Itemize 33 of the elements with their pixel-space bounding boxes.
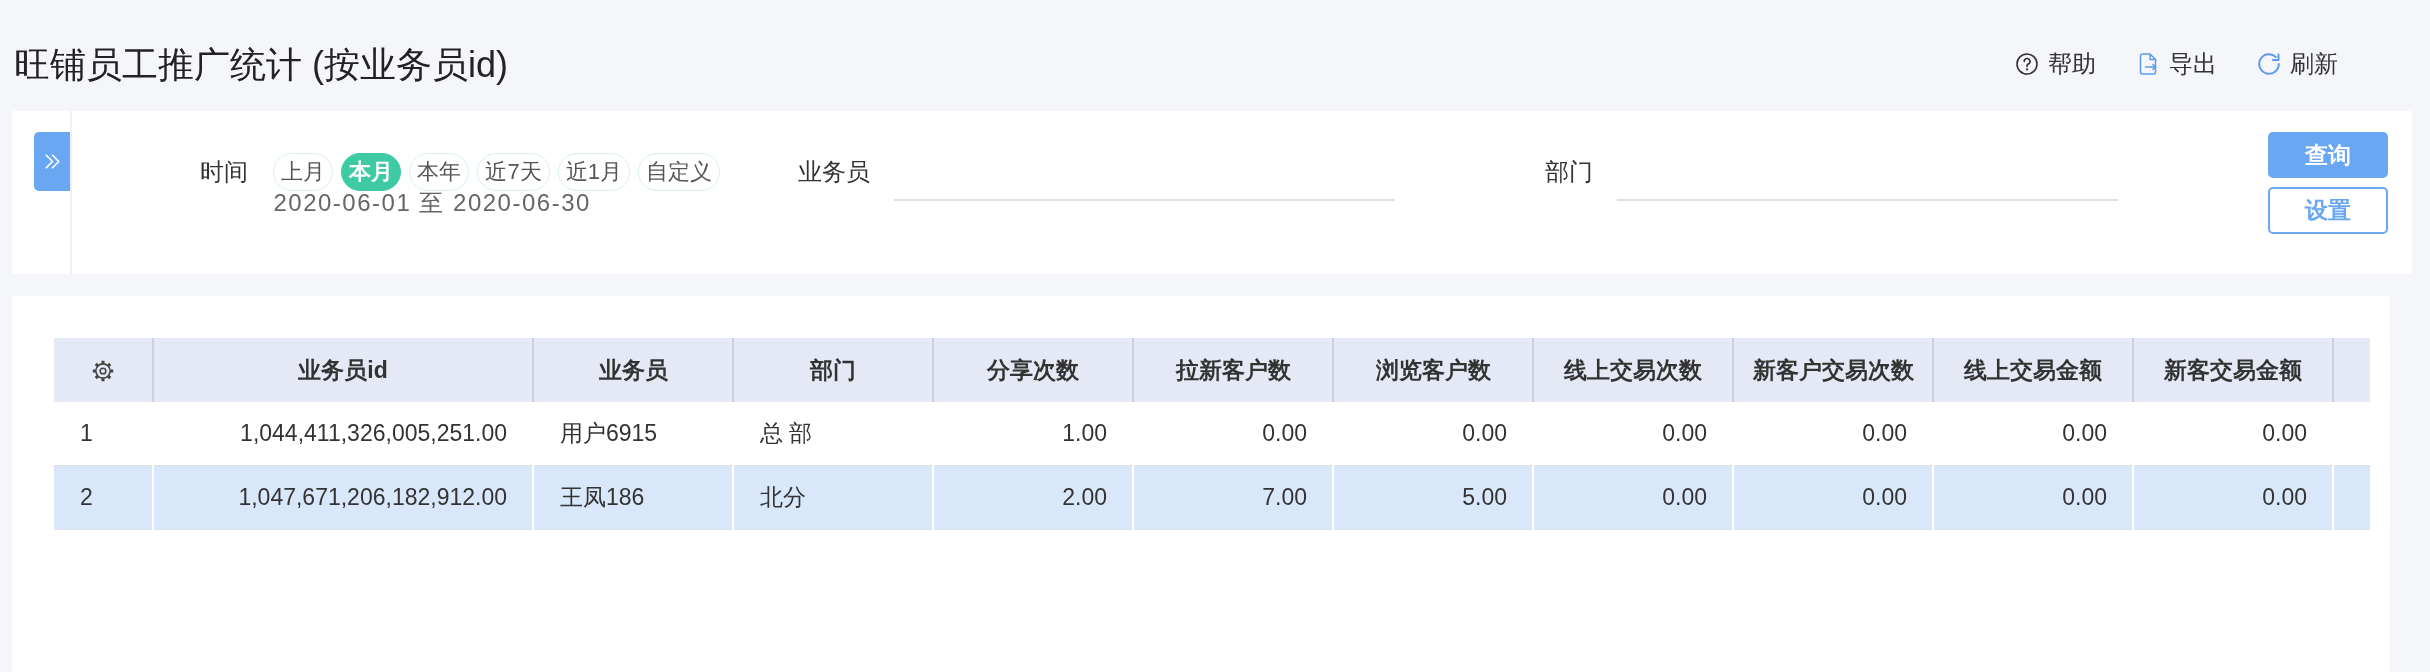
time-preset-chip[interactable]: 本年 (409, 153, 470, 191)
document-arrow-icon (2137, 53, 2159, 75)
filter-label: 业务员 (798, 157, 870, 187)
table-row[interactable]: 1 1,044,411,326,005,251.00 用户6915 总 部 1.00 0.00 0.00 0.00 0.00 0.00 0.00 (54, 402, 2370, 466)
time-preset-chip[interactable]: 近7天 (477, 153, 550, 191)
table-cell: 北分 (733, 465, 933, 530)
double-chevron-icon (44, 154, 60, 169)
filter-label: 时间 (200, 157, 249, 187)
empty-header-cell (2333, 338, 2370, 402)
refresh-button[interactable]: 刷新 (2258, 49, 2338, 79)
table-cell: 0.00 (1733, 465, 1933, 530)
page-title: 旺铺员工推广统计 (按业务员id) (14, 43, 508, 87)
expand-toggle-button[interactable] (34, 132, 71, 191)
gear-icon[interactable] (92, 360, 114, 383)
date-range-text: 2020-06-01 至 2020-06-30 (273, 190, 591, 215)
time-preset-chip[interactable]: 近1月 (557, 153, 630, 191)
table-cell: 2.00 (933, 465, 1133, 530)
table-cell: 5.00 (1333, 465, 1533, 530)
refresh-icon (2258, 53, 2280, 75)
export-button[interactable]: 导出 (2137, 49, 2217, 79)
filter-label: 部门 (1545, 157, 1593, 187)
table-row[interactable]: 2 1,047,671,206,182,912.00 王凤186 北分 2.00 7.00 5.00 0.00 0.00 0.00 0.00 (54, 465, 2370, 530)
table-cell: 0.00 (2133, 465, 2333, 530)
table-cell: 0.00 (1533, 465, 1733, 530)
row-number: 2 (54, 465, 153, 530)
help-icon (2016, 53, 2038, 75)
time-preset-chip[interactable]: 自定义 (637, 153, 720, 191)
table-cell: 1,047,671,206,182,912.00 (153, 465, 533, 530)
table-cell: 0.00 (1933, 465, 2133, 530)
help-button[interactable]: 帮助 (2016, 49, 2096, 79)
time-preset-chip[interactable]: 上月 (273, 153, 334, 191)
table-cell: 王凤186 (533, 465, 733, 530)
table-cell: 7.00 (1133, 465, 1333, 530)
